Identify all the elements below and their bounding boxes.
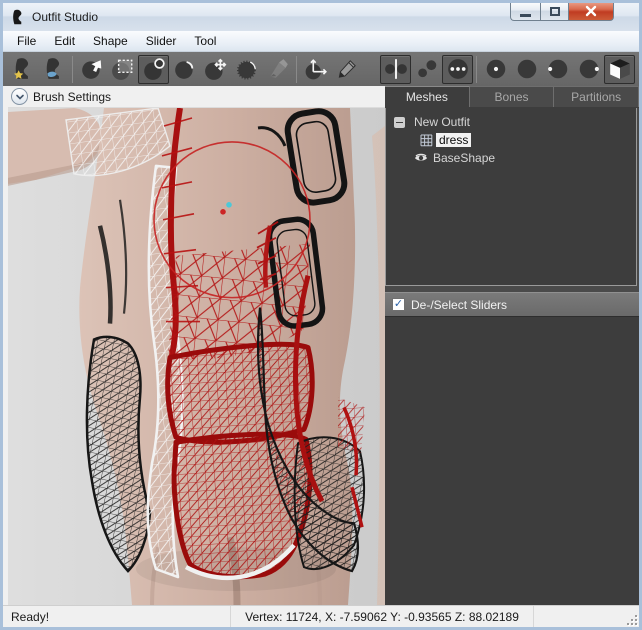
toolbar-button-smooth-brush[interactable] [231, 55, 262, 84]
viewport-3d[interactable] [8, 108, 385, 605]
tab-meshes[interactable]: Meshes [385, 86, 470, 107]
statusbar: Ready! Vertex: 11724, X: -7.59062 Y: -0.… [3, 605, 639, 627]
close-icon [585, 5, 597, 17]
sliders-header-bar: ✓ De-/Select Sliders [385, 292, 639, 317]
tree-row-baseshape[interactable]: BaseShape [390, 149, 632, 167]
brush-settings-expand-button[interactable] [11, 88, 28, 105]
eye-icon [414, 152, 427, 165]
circle-plain-icon [515, 57, 539, 81]
select-sliders-checkbox[interactable]: ✓ [392, 298, 405, 311]
status-vertex-info: Vertex: 11724, X: -7.59062 Y: -0.93565 Z… [231, 606, 534, 627]
viewport-scene [8, 108, 385, 605]
toolbar-button-x-mirror-toggle[interactable] [380, 55, 411, 84]
titlebar[interactable]: Outfit Studio [3, 3, 639, 31]
tree-row-dress[interactable]: dress [390, 131, 632, 149]
tree-row-new-outfit[interactable]: New Outfit [390, 113, 632, 131]
menu-item-shape[interactable]: Shape [84, 32, 137, 50]
connected-vertices-icon [415, 57, 439, 81]
menu-item-edit[interactable]: Edit [45, 32, 84, 50]
circle-dot-left-icon [546, 57, 570, 81]
deflate-brush-icon [173, 57, 197, 81]
tree-root-label: New Outfit [411, 115, 473, 129]
weight-brush-icon [266, 57, 290, 81]
toolbar-button-move-brush[interactable] [200, 55, 231, 84]
left-column: Brush Settings [3, 86, 385, 605]
three-dots-circle-icon [446, 57, 470, 81]
toolbar [3, 52, 639, 86]
move-brush-icon [204, 57, 228, 81]
inflate-brush-icon [142, 57, 166, 81]
mesh-tree: New Outfit dress [385, 108, 637, 286]
resize-grip[interactable] [627, 615, 637, 625]
maximize-icon [550, 7, 560, 16]
close-button[interactable] [568, 2, 614, 21]
toolbar-button-mask-brush[interactable] [107, 55, 138, 84]
toolbar-button-pencil-tool[interactable] [331, 55, 362, 84]
cube-icon [608, 57, 632, 81]
toolbar-button-new-project[interactable] [7, 55, 38, 84]
toolbar-button-textured-cube[interactable] [604, 55, 635, 84]
right-panel: Meshes Bones Partitions New Outfit dr [385, 86, 639, 605]
menu-item-slider[interactable]: Slider [137, 32, 186, 50]
tab-bones[interactable]: Bones [470, 86, 555, 107]
toolbar-button-circle-dot-right[interactable] [573, 55, 604, 84]
toolbar-button-circle-dot-center[interactable] [480, 55, 511, 84]
load-project-icon [42, 57, 66, 81]
toolbar-button-circle-dot-left[interactable] [542, 55, 573, 84]
status-extra [534, 606, 639, 627]
toolbar-button-connected-vertices[interactable] [411, 55, 442, 84]
pencil-tool-icon [335, 57, 359, 81]
toolbar-button-inflate-brush[interactable] [138, 55, 169, 84]
brush-settings-label: Brush Settings [33, 90, 111, 104]
sliders-header-label: De-/Select Sliders [411, 298, 507, 312]
toolbar-button-transform-tool[interactable] [300, 55, 331, 84]
x-mirror-icon [384, 57, 408, 81]
collapse-icon[interactable] [394, 117, 405, 128]
app-icon [10, 9, 26, 25]
toolbar-button-weight-brush[interactable] [262, 55, 293, 84]
toolbar-button-circle-plain[interactable] [511, 55, 542, 84]
menu-item-file[interactable]: File [8, 32, 45, 50]
slider-list[interactable] [385, 317, 639, 605]
cursor-dot [220, 209, 226, 215]
brush-settings-header: Brush Settings [8, 86, 385, 108]
tab-partitions[interactable]: Partitions [554, 86, 639, 107]
minimize-button[interactable] [510, 2, 540, 21]
toolbar-button-select-brush[interactable] [76, 55, 107, 84]
tree-item-baseshape-label: BaseShape [430, 151, 498, 165]
status-ready: Ready! [3, 606, 231, 627]
toolbar-button-load-project[interactable] [38, 55, 69, 84]
maximize-button[interactable] [540, 2, 568, 21]
mask-brush-icon [111, 57, 135, 81]
toolbar-separator [72, 56, 73, 83]
circle-dot-right-icon [577, 57, 601, 81]
transform-tool-icon [304, 57, 328, 81]
grid-mesh-icon [420, 134, 433, 147]
menubar: File Edit Shape Slider Tool [3, 31, 639, 52]
toolbar-button-deflate-brush[interactable] [169, 55, 200, 84]
menu-item-tool[interactable]: Tool [185, 32, 225, 50]
main-content: Brush Settings [3, 86, 639, 605]
tree-item-dress-label: dress [436, 133, 471, 147]
new-project-icon [11, 57, 35, 81]
window-title: Outfit Studio [32, 10, 98, 24]
caption-buttons [510, 2, 614, 21]
circle-dot-center-icon [484, 57, 508, 81]
toolbar-separator [296, 56, 297, 83]
smooth-brush-icon [235, 57, 259, 81]
minimize-icon [520, 14, 531, 17]
toolbar-button-global-brush-dots[interactable] [442, 55, 473, 84]
panel-tabs: Meshes Bones Partitions [385, 86, 639, 108]
toolbar-separator [476, 56, 477, 83]
chevron-down-icon [14, 91, 26, 103]
outfit-studio-window: Outfit Studio File Edit Shape Slider Too… [0, 0, 642, 630]
select-brush-icon [80, 57, 104, 81]
secondary-cursor-dot [226, 202, 232, 208]
